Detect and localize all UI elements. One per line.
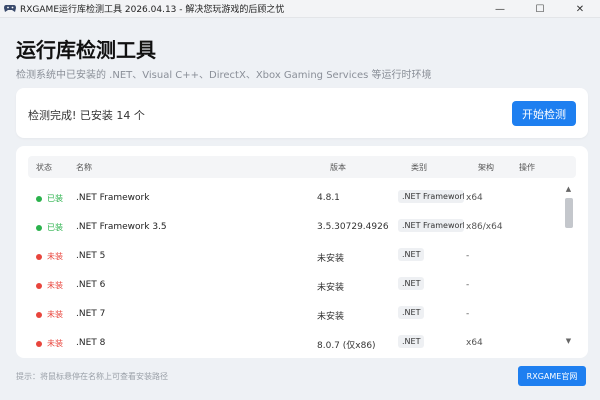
type-tag: .NET Framework: [398, 219, 464, 232]
status-label: 已装: [47, 223, 63, 232]
runtime-arch: x64: [466, 338, 483, 348]
runtime-arch: -: [466, 309, 470, 319]
runtime-name[interactable]: .NET 5: [76, 251, 105, 261]
minimize-button[interactable]: —: [480, 0, 520, 18]
runtime-arch: x86/x64: [466, 222, 503, 232]
status-cell: 已装: [36, 222, 63, 233]
start-detection-button[interactable]: 开始检测: [512, 101, 576, 126]
type-cell: .NET Framework: [398, 190, 464, 206]
runtime-version: 8.0.7 (仅x86): [317, 341, 376, 351]
detection-status-text: 检测完成! 已安装 14 个: [28, 109, 145, 122]
runtime-name[interactable]: .NET Framework: [76, 193, 149, 203]
status-label: 已装: [47, 194, 63, 203]
status-cell: 已装: [36, 193, 63, 204]
type-cell: .NET: [398, 306, 425, 322]
status-label: 未装: [47, 252, 63, 261]
scrollbar-thumb[interactable]: [565, 198, 573, 228]
status-cell: 未装: [36, 280, 63, 291]
runtime-version: 未安装: [317, 254, 345, 264]
runtime-version: 未安装: [317, 312, 345, 322]
runtime-arch: x64: [466, 193, 483, 203]
table-row[interactable]: 未装 .NET 8 8.0.7 (仅x86) .NET x64: [28, 329, 562, 358]
table-body: 已装 .NET Framework 4.8.1 .NET Framework x…: [28, 184, 562, 358]
page-title: 运行库检测工具: [16, 38, 156, 62]
table-row[interactable]: 未装 .NET 5 未安装 .NET -: [28, 242, 562, 271]
runtime-version: 3.5.30729.4926: [317, 222, 389, 232]
maximize-button[interactable]: ☐: [520, 0, 560, 18]
status-label: 未装: [47, 310, 63, 319]
runtime-version: 4.8.1: [317, 193, 340, 203]
type-cell: .NET: [398, 248, 425, 264]
app-icon: [4, 4, 16, 14]
status-cell: 未装: [36, 309, 63, 320]
status-cell: 未装: [36, 251, 63, 262]
status-dot-icon: [36, 311, 42, 318]
runtime-arch: -: [466, 251, 470, 261]
status-card: 检测完成! 已安装 14 个 开始检测: [16, 88, 588, 138]
window-title: RXGAME运行库检测工具 2026.04.13 - 解决您玩游戏的后顾之忧: [20, 5, 285, 15]
status-dot-icon: [36, 253, 42, 260]
scroll-down-arrow-icon[interactable]: ▼: [563, 336, 574, 346]
runtime-name[interactable]: .NET 8: [76, 338, 105, 348]
column-header-version: 版本: [330, 163, 346, 172]
column-header-arch: 架构: [478, 163, 494, 172]
official-site-button[interactable]: RXGAME官网: [518, 366, 586, 386]
page-subtitle: 检测系统中已安装的 .NET、Visual C++、DirectX、Xbox G…: [16, 70, 432, 81]
title-bar: RXGAME运行库检测工具 2026.04.13 - 解决您玩游戏的后顾之忧 —…: [0, 0, 600, 18]
table-row[interactable]: 未装 .NET 6 未安装 .NET -: [28, 271, 562, 300]
type-tag: .NET: [398, 248, 425, 261]
column-header-status: 状态: [36, 163, 52, 172]
type-tag: .NET: [398, 277, 425, 290]
runtime-table: 状态 名称 版本 类别 架构 操作 已装 .NET Framework 4.8.…: [16, 146, 588, 358]
status-dot-icon: [36, 224, 42, 231]
table-scrollbar[interactable]: ▲ ▼: [563, 184, 574, 346]
close-button[interactable]: ✕: [560, 0, 600, 18]
column-header-name: 名称: [76, 163, 92, 172]
runtime-name[interactable]: .NET 6: [76, 280, 105, 290]
type-cell: .NET: [398, 335, 425, 351]
column-header-action: 操作: [519, 163, 535, 172]
status-label: 未装: [47, 339, 63, 348]
table-row[interactable]: 已装 .NET Framework 4.8.1 .NET Framework x…: [28, 184, 562, 213]
status-cell: 未装: [36, 338, 63, 349]
status-dot-icon: [36, 340, 42, 347]
runtime-name[interactable]: .NET Framework 3.5: [76, 222, 167, 232]
runtime-name[interactable]: .NET 7: [76, 309, 105, 319]
type-cell: .NET Framework: [398, 219, 464, 235]
status-label: 未装: [47, 281, 63, 290]
type-tag: .NET Framework: [398, 190, 464, 203]
type-tag: .NET: [398, 306, 425, 319]
type-tag: .NET: [398, 335, 425, 348]
table-header: 状态 名称 版本 类别 架构 操作: [28, 156, 576, 178]
scroll-up-arrow-icon[interactable]: ▲: [563, 184, 574, 194]
status-dot-icon: [36, 195, 42, 202]
type-cell: .NET: [398, 277, 425, 293]
runtime-arch: -: [466, 280, 470, 290]
status-dot-icon: [36, 282, 42, 289]
runtime-version: 未安装: [317, 283, 345, 293]
table-row[interactable]: 未装 .NET 7 未安装 .NET -: [28, 300, 562, 329]
footer-hint: 提示：将鼠标悬停在名称上可查看安装路径: [16, 372, 168, 381]
column-header-type: 类别: [411, 163, 427, 172]
table-row[interactable]: 已装 .NET Framework 3.5 3.5.30729.4926 .NE…: [28, 213, 562, 242]
